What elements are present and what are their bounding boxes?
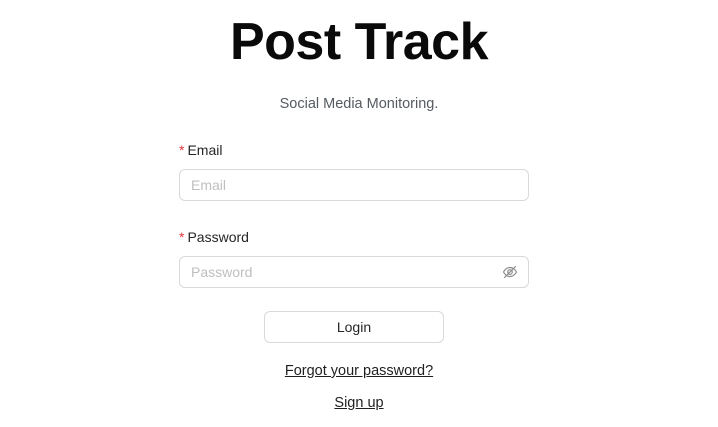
email-label: * Email: [179, 140, 529, 160]
email-field[interactable]: [180, 170, 511, 200]
password-field[interactable]: [180, 257, 511, 287]
password-field-wrapper: [179, 256, 529, 288]
login-button[interactable]: Login: [264, 311, 444, 343]
sign-up-link[interactable]: Sign up: [334, 395, 383, 411]
password-label: * Password: [179, 227, 529, 247]
email-field-wrapper: [179, 169, 529, 201]
forgot-password-link[interactable]: Forgot your password?: [285, 363, 433, 379]
sign-up-row: Sign up: [0, 393, 718, 413]
login-form: *Email *Password: [179, 140, 529, 288]
eye-invisible-icon[interactable]: [502, 264, 518, 280]
app-title: Post Track: [229, 13, 489, 71]
forgot-password-row: Forgot your password?: [0, 361, 718, 381]
email-label-text: Email: [187, 142, 223, 158]
login-page: Post Track Social Media Monitoring. * Ema…: [0, 0, 718, 427]
required-marker: *: [179, 229, 185, 245]
password-label-text: Password: [187, 229, 249, 245]
app-subtitle: Social Media Monitoring.: [279, 96, 439, 112]
required-marker: *: [179, 142, 185, 158]
